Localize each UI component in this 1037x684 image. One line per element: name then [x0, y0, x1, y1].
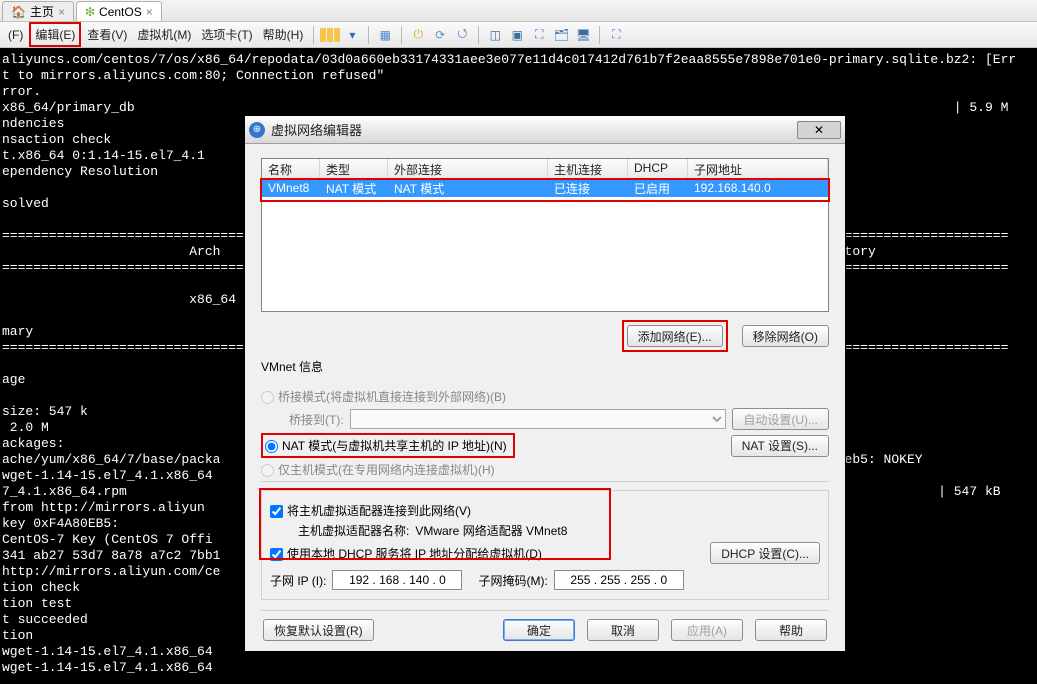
snapshot-icon[interactable]: ◫: [485, 25, 505, 45]
cell-name: VMnet8: [262, 180, 320, 196]
toolbar-library-icon[interactable]: [320, 25, 340, 45]
menu-bar: (F) 编辑(E) 查看(V) 虚拟机(M) 选项卡(T) 帮助(H) ▾ ▦ …: [0, 22, 1037, 48]
unity-icon[interactable]: 🗂: [551, 25, 571, 45]
close-button[interactable]: ✕: [797, 121, 841, 139]
subnet-mask-label: 子网掩码(M):: [478, 572, 547, 589]
col-subnet[interactable]: 子网地址: [688, 159, 828, 178]
network-table[interactable]: 名称 类型 外部连接 主机连接 DHCP 子网地址 VMnet8 NAT 模式 …: [261, 158, 829, 312]
tab-home[interactable]: 🏠 主页 ×: [2, 1, 74, 21]
virtual-network-editor-dialog: ⊕ 虚拟网络编辑器 ✕ 名称 类型 外部连接 主机连接 DHCP 子网地址 VM…: [244, 115, 846, 652]
col-type[interactable]: 类型: [320, 159, 388, 178]
col-dhcp[interactable]: DHCP: [628, 159, 688, 178]
bridge-to-select: [350, 409, 727, 429]
cell-subnet: 192.168.140.0: [688, 180, 828, 196]
suspend-icon[interactable]: ⟳: [430, 25, 450, 45]
connect-host-checkbox[interactable]: 将主机虚拟适配器连接到此网络(V): [270, 502, 471, 519]
vm-icon: ❇: [85, 5, 95, 19]
connect-host-label: 将主机虚拟适配器连接到此网络(V): [287, 504, 471, 518]
menu-vm[interactable]: 虚拟机(M): [133, 23, 195, 46]
close-icon[interactable]: ×: [146, 5, 153, 19]
dialog-buttons: 恢复默认设置(R) 确定 取消 应用(A) 帮助: [261, 610, 829, 641]
dhcp-settings-button[interactable]: DHCP 设置(C)...: [710, 542, 820, 564]
snapshot-manager-icon[interactable]: ▣: [507, 25, 527, 45]
table-row[interactable]: VMnet8 NAT 模式 NAT 模式 已连接 已启用 192.168.140…: [262, 179, 828, 197]
adapter-name-label: 主机虚拟适配器名称:: [298, 522, 409, 539]
fullscreen-icon[interactable]: ⛶: [529, 25, 549, 45]
mode-group: 桥接模式(将虚拟机直接连接到外部网络)(B) 桥接到(T): 自动设置(U)..…: [261, 383, 829, 482]
menu-edit[interactable]: 编辑(E): [29, 22, 81, 47]
remove-network-button[interactable]: 移除网络(O): [742, 325, 829, 347]
subnet-mask-input[interactable]: [554, 570, 684, 590]
cell-type: NAT 模式: [320, 179, 388, 198]
use-dhcp-checkbox[interactable]: 使用本地 DHCP 服务将 IP 地址分配给虚拟机(D): [270, 545, 542, 562]
separator: [401, 26, 402, 44]
bridge-radio[interactable]: 桥接模式(将虚拟机直接连接到外部网络)(B): [261, 388, 506, 405]
stretch-icon[interactable]: ⛶: [606, 25, 626, 45]
dialog-body: 名称 类型 外部连接 主机连接 DHCP 子网地址 VMnet8 NAT 模式 …: [245, 144, 845, 651]
help-button[interactable]: 帮助: [755, 619, 827, 641]
menu-tabs[interactable]: 选项卡(T): [197, 23, 256, 46]
toolbar-dropdown-icon[interactable]: ▾: [342, 25, 362, 45]
window-tab-bar: 🏠 主页 × ❇ CentOS ×: [0, 0, 1037, 22]
add-network-button[interactable]: 添加网络(E)...: [627, 325, 723, 347]
hostonly-label: 仅主机模式(在专用网络内连接虚拟机)(H): [278, 463, 495, 477]
nat-highlight: NAT 模式(与虚拟机共享主机的 IP 地址)(N): [261, 433, 515, 458]
bridge-to-label: 桥接到(T):: [289, 411, 344, 428]
col-host[interactable]: 主机连接: [548, 159, 628, 178]
col-name[interactable]: 名称: [262, 159, 320, 178]
restore-defaults-button[interactable]: 恢复默认设置(R): [263, 619, 374, 641]
toolbar-thumbnails-icon[interactable]: ▦: [375, 25, 395, 45]
use-dhcp-label: 使用本地 DHCP 服务将 IP 地址分配给虚拟机(D): [287, 547, 542, 561]
console-icon[interactable]: 🖥: [573, 25, 593, 45]
ok-button[interactable]: 确定: [503, 619, 575, 641]
dialog-title: 虚拟网络编辑器: [271, 120, 797, 139]
nat-label: NAT 模式(与虚拟机共享主机的 IP 地址)(N): [282, 439, 507, 453]
separator: [368, 26, 369, 44]
reset-icon[interactable]: ⭯: [452, 25, 472, 45]
close-icon: ✕: [814, 123, 824, 137]
menu-file[interactable]: (F): [4, 25, 27, 45]
add-network-highlight: 添加网络(E)...: [622, 320, 728, 352]
table-header: 名称 类型 外部连接 主机连接 DHCP 子网地址: [262, 159, 828, 179]
subnet-ip-input[interactable]: [332, 570, 462, 590]
subnet-ip-label: 子网 IP (I):: [270, 572, 326, 589]
menu-help[interactable]: 帮助(H): [259, 23, 308, 46]
cancel-button[interactable]: 取消: [587, 619, 659, 641]
separator: [599, 26, 600, 44]
nat-radio[interactable]: NAT 模式(与虚拟机共享主机的 IP 地址)(N): [265, 437, 507, 454]
vmnet-info-label: VMnet 信息: [261, 358, 829, 375]
close-icon[interactable]: ×: [58, 5, 65, 19]
globe-icon: ⊕: [249, 122, 265, 138]
adapter-name-value: VMware 网络适配器 VMnet8: [415, 522, 567, 539]
cell-ext: NAT 模式: [388, 179, 548, 198]
separator: [313, 26, 314, 44]
home-icon: 🏠: [11, 5, 26, 19]
menu-view[interactable]: 查看(V): [83, 23, 131, 46]
bridge-label: 桥接模式(将虚拟机直接连接到外部网络)(B): [278, 390, 506, 404]
tab-centos[interactable]: ❇ CentOS ×: [76, 1, 162, 21]
cell-dhcp: 已启用: [628, 179, 688, 198]
adapter-group: 将主机虚拟适配器连接到此网络(V) 主机虚拟适配器名称: VMware 网络适配…: [261, 490, 829, 600]
cell-host: 已连接: [548, 179, 628, 198]
tab-centos-label: CentOS: [99, 5, 142, 19]
power-on-icon[interactable]: ⏻: [408, 25, 428, 45]
separator: [478, 26, 479, 44]
apply-button: 应用(A): [671, 619, 743, 641]
tab-home-label: 主页: [30, 3, 54, 20]
nat-settings-button[interactable]: NAT 设置(S)...: [731, 435, 829, 457]
col-ext[interactable]: 外部连接: [388, 159, 548, 178]
hostonly-radio[interactable]: 仅主机模式(在专用网络内连接虚拟机)(H): [261, 461, 495, 478]
dialog-titlebar[interactable]: ⊕ 虚拟网络编辑器 ✕: [245, 116, 845, 144]
auto-settings-button: 自动设置(U)...: [732, 408, 829, 430]
